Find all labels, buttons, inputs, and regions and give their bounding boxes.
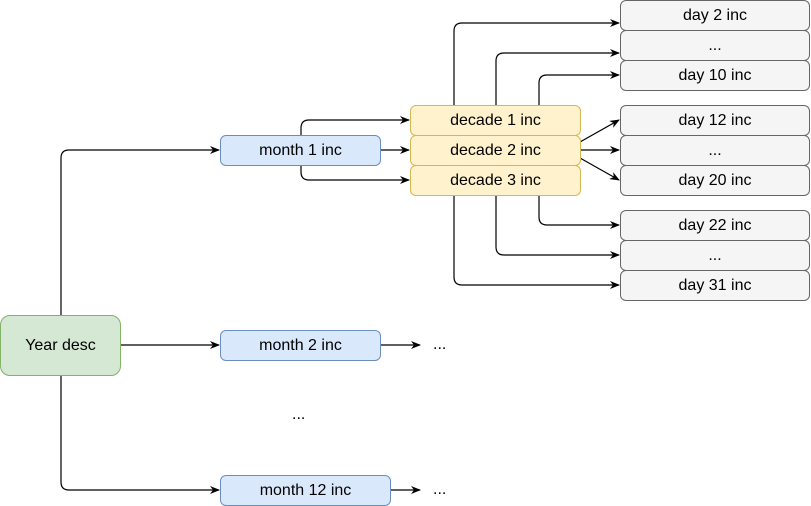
edge-month1-decade1 — [300, 116, 410, 135]
year-label: Year desc — [25, 336, 96, 354]
edge-decade1-day10 — [538, 71, 620, 105]
edge-decade2-day12 — [579, 119, 620, 143]
month-label: month 1 inc — [259, 141, 342, 159]
edge-decade2-day20 — [579, 157, 620, 181]
day-node[interactable]: day 2 inc — [620, 0, 810, 31]
day-node[interactable]: day 10 inc — [620, 60, 810, 91]
day-label: day 31 inc — [678, 276, 752, 294]
edge-decade1-day2 — [453, 19, 620, 105]
year-node[interactable]: Year desc — [0, 315, 121, 376]
month2-continuation: ... — [433, 336, 447, 353]
day-node[interactable]: ... — [620, 135, 810, 166]
day-label: ... — [708, 246, 722, 264]
decade-label: decade 2 inc — [450, 141, 541, 159]
edge-year-month12 — [60, 376, 220, 494]
edge-decade1-dots — [495, 49, 620, 105]
decade-node[interactable]: decade 3 inc — [410, 165, 581, 196]
edge-decade3-day22 — [538, 195, 620, 229]
edge-month1-decade3 — [300, 165, 410, 184]
month12-continuation: ... — [433, 481, 447, 498]
day-label: day 12 inc — [678, 111, 752, 129]
day-node[interactable]: ... — [620, 240, 810, 271]
day-label: ... — [708, 36, 722, 54]
day-node[interactable]: day 20 inc — [620, 165, 810, 196]
edge-year-month1 — [60, 146, 220, 315]
day-label: day 22 inc — [678, 216, 752, 234]
day-node[interactable]: day 31 inc — [620, 270, 810, 301]
month-label: month 2 inc — [259, 336, 342, 354]
decade-label: decade 1 inc — [450, 111, 541, 129]
day-node[interactable]: day 12 inc — [620, 105, 810, 136]
month-label: month 12 inc — [259, 481, 352, 499]
month-node[interactable]: month 2 inc — [220, 330, 381, 361]
day-node[interactable]: ... — [620, 30, 810, 61]
months-ellipsis: ... — [292, 406, 306, 423]
decade-node[interactable]: decade 2 inc — [410, 135, 581, 166]
edge-decade3-day31 — [453, 195, 620, 289]
day-label: day 20 inc — [678, 171, 752, 189]
decade-node[interactable]: decade 1 inc — [410, 105, 581, 136]
month-node[interactable]: month 1 inc — [220, 135, 381, 166]
day-label: ... — [708, 141, 722, 159]
day-node[interactable]: day 22 inc — [620, 210, 810, 241]
month-node[interactable]: month 12 inc — [220, 475, 391, 506]
decade-label: decade 3 inc — [450, 171, 541, 189]
day-label: day 2 inc — [682, 6, 748, 24]
day-label: day 10 inc — [678, 66, 752, 84]
